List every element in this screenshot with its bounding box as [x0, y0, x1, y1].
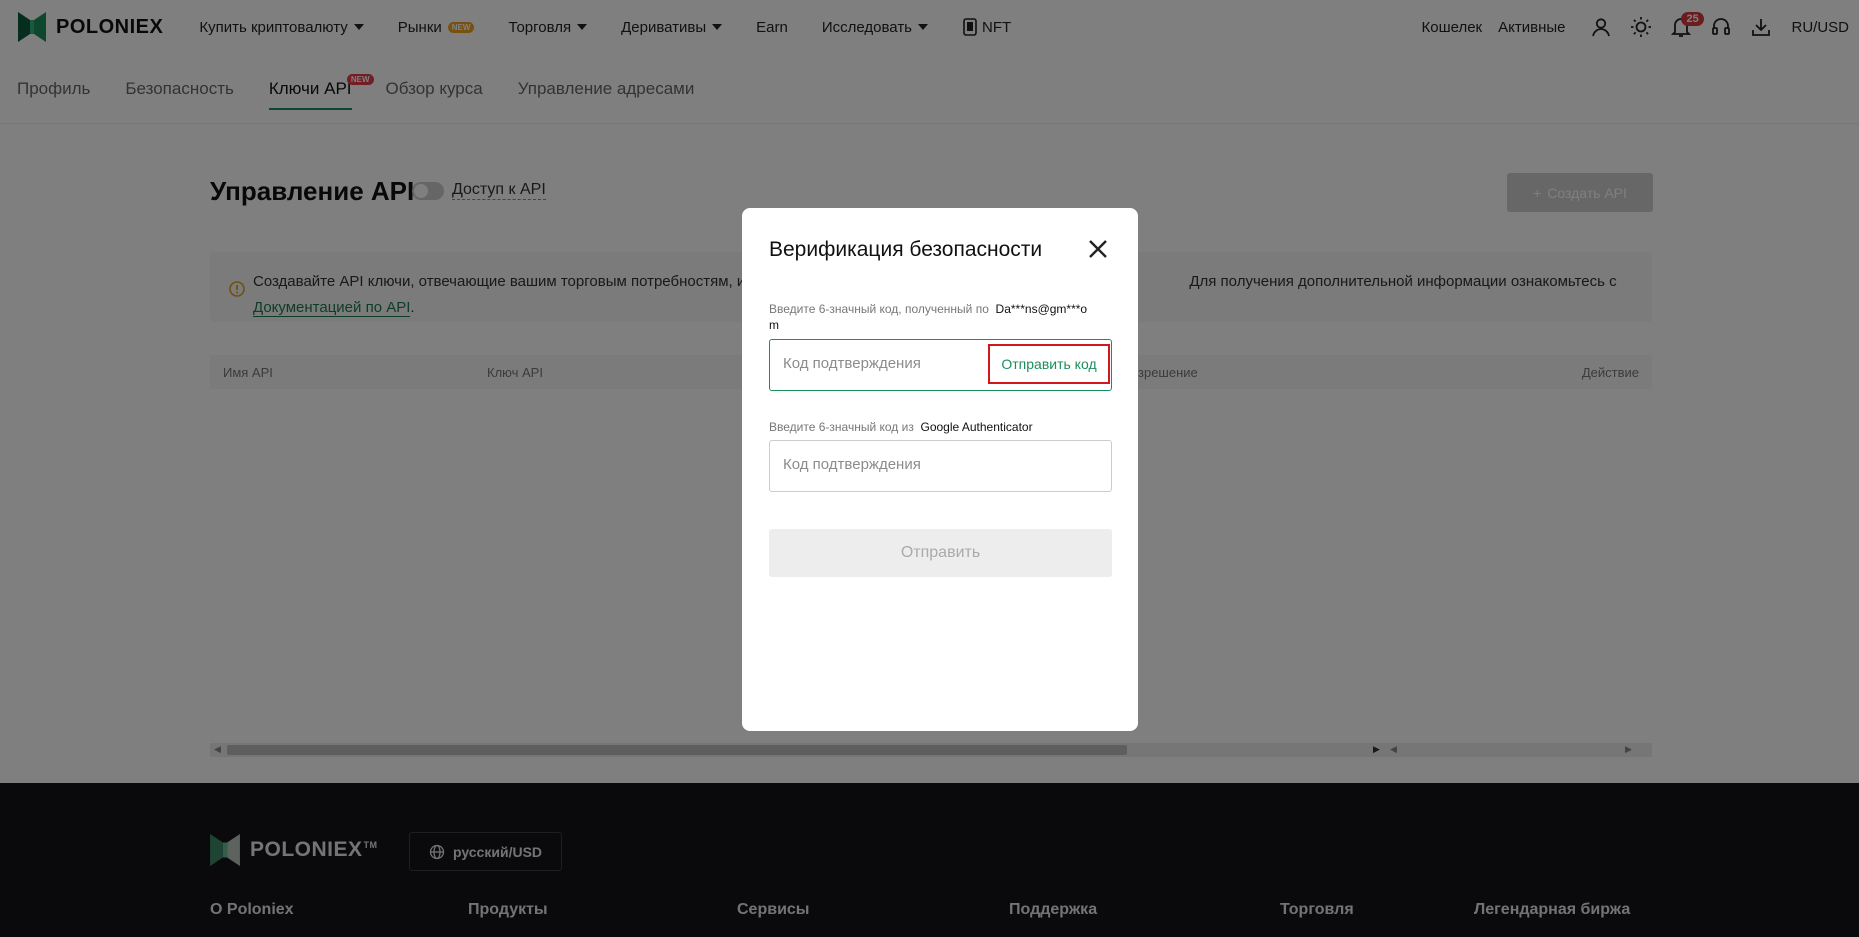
ga-code-input[interactable]	[783, 456, 983, 473]
submit-button[interactable]: Отправить	[769, 529, 1112, 577]
close-icon	[1089, 240, 1107, 258]
email-code-input[interactable]	[783, 355, 983, 372]
modal-title: Верификация безопасности	[769, 238, 1043, 261]
ga-app-name: Google Authenticator	[920, 420, 1033, 434]
send-code-button[interactable]: Отправить код	[988, 344, 1110, 384]
ga-code-field[interactable]	[769, 440, 1112, 492]
security-verification-modal: Верификация безопасности Введите 6-значн…	[742, 208, 1138, 731]
ga-code-label: Введите 6-значный код из Google Authenti…	[769, 419, 1033, 435]
masked-email-end: m	[769, 318, 779, 332]
close-button[interactable]	[1085, 236, 1111, 262]
masked-email: Da***ns@gm***o	[995, 302, 1088, 316]
ga-label-text: Введите 6-значный код из	[769, 420, 914, 434]
email-label-text: Введите 6-значный код, полученный по	[769, 302, 989, 316]
email-code-label: Введите 6-значный код, полученный по Da*…	[769, 301, 1119, 333]
email-code-field[interactable]: Отправить код	[769, 339, 1112, 391]
